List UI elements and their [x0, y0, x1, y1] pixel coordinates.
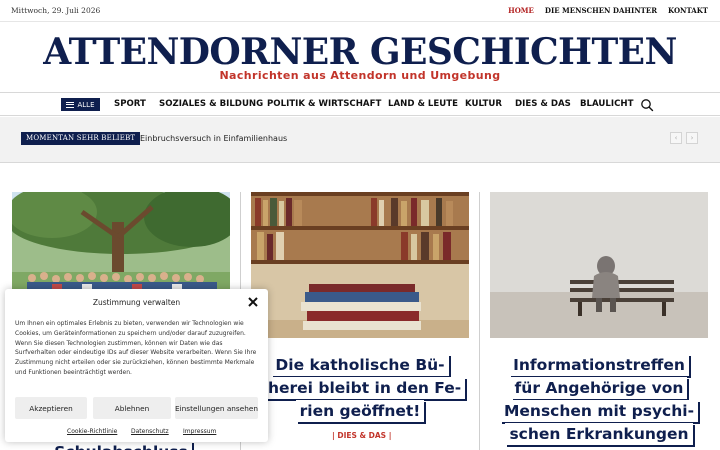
all-categories-button[interactable]: ALLE: [61, 98, 100, 111]
top-bar: Mittwoch, 29. Juli 2026 HOME DIE MENSCHE…: [0, 0, 720, 22]
cookie-consent-dialog: Zustimmung verwalten Um Ihnen ein optima…: [5, 289, 268, 442]
decline-button[interactable]: Ablehnen: [93, 397, 171, 419]
cookie-dialog-title: Zustimmung verwalten: [92, 298, 181, 307]
main-nav: ALLE SPORT SOZIALES & BILDUNG POLITIK & …: [0, 92, 720, 116]
top-link-contact[interactable]: KONTAKT: [668, 6, 708, 15]
all-categories-label: ALLE: [77, 100, 95, 109]
article-1-headline[interactable]: Schulabschluss: [12, 441, 230, 450]
trending-headline[interactable]: Einbruchsversuch in Einfamilienhaus: [140, 134, 287, 143]
nav-item-land-leute[interactable]: LAND & LEUTE: [388, 99, 458, 109]
article-3-headline[interactable]: Informationstreffen für Angehörige von M…: [490, 354, 708, 446]
headline-line: Menschen mit psychi-: [499, 400, 699, 422]
headline-line: schen Erkrankungen: [505, 423, 693, 445]
headline-line: Informationstreffen: [509, 354, 689, 376]
current-date: Mittwoch, 29. Juli 2026: [11, 6, 101, 15]
nav-item-dies-das[interactable]: DIES & DAS: [515, 99, 571, 109]
masthead: ATTENDORNER GESCHICHTEN Nachrichten aus …: [0, 22, 720, 92]
headline-line: Schulabschluss: [50, 441, 192, 450]
nav-item-blaulicht[interactable]: BLAULICHT: [580, 99, 633, 109]
headline-line: rien geöffnet!: [295, 400, 425, 422]
chevron-right-icon[interactable]: ›: [686, 132, 698, 144]
article-2-category[interactable]: | DIES & DAS |: [332, 431, 391, 440]
top-link-home[interactable]: HOME: [508, 6, 534, 15]
top-link-team[interactable]: DIE MENSCHEN DAHINTER: [545, 6, 657, 15]
site-subtitle: Nachrichten aus Attendorn und Umgebung: [219, 69, 501, 82]
headline-line: Die katholische Bü-: [271, 354, 449, 376]
search-icon[interactable]: [640, 98, 654, 112]
hamburger-icon: [66, 101, 75, 108]
view-settings-button[interactable]: Einstellungen ansehen: [175, 397, 258, 419]
headline-line: für Angehörige von: [510, 377, 688, 399]
column-divider: [479, 192, 480, 450]
nav-item-politik-wirtschaft[interactable]: POLITIK & WIRTSCHAFT: [267, 99, 381, 109]
cookie-policy-link[interactable]: Cookie-Richtlinie: [67, 428, 117, 435]
article-2-headline[interactable]: Die katholische Bü- cherei bleibt in den…: [251, 354, 469, 423]
bench-photo-icon[interactable]: [490, 192, 708, 338]
chevron-left-icon[interactable]: ‹: [670, 132, 682, 144]
nav-item-kultur[interactable]: KULTUR: [465, 99, 502, 109]
imprint-link[interactable]: Impressum: [183, 428, 216, 435]
close-icon[interactable]: [248, 297, 258, 307]
top-links: HOME DIE MENSCHEN DAHINTER KONTAKT: [508, 6, 708, 15]
headline-line: cherei bleibt in den Fe-: [254, 377, 466, 399]
privacy-link[interactable]: Datenschutz: [131, 428, 169, 435]
trending-bar: MOMENTAN SEHR BELIEBT Einbruchsversuch i…: [0, 117, 720, 163]
trending-label: MOMENTAN SEHR BELIEBT: [21, 132, 141, 145]
cookie-dialog-text: Um Ihnen ein optimales Erlebnis zu biete…: [15, 320, 257, 376]
nav-item-soziales-bildung[interactable]: SOZIALES & BILDUNG: [159, 99, 263, 109]
site-title[interactable]: ATTENDORNER GESCHICHTEN: [0, 32, 720, 72]
nav-item-sport[interactable]: SPORT: [114, 99, 146, 109]
accept-button[interactable]: Akzeptieren: [15, 397, 87, 419]
books-photo-icon[interactable]: [251, 192, 469, 338]
